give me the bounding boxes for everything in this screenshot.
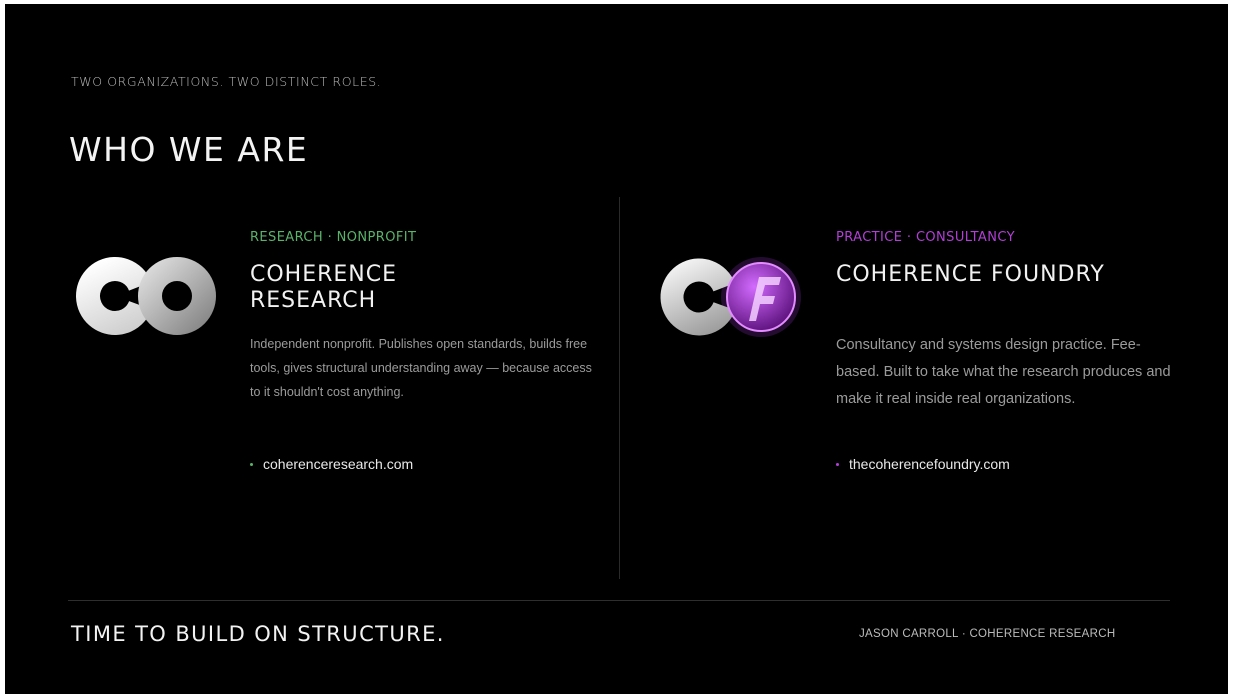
vertical-divider bbox=[619, 197, 620, 579]
bullet-icon bbox=[250, 462, 253, 466]
research-link-item[interactable]: coherenceresearch.com bbox=[250, 456, 413, 472]
research-tag: RESEARCH · NONPROFIT bbox=[250, 230, 417, 245]
footer-tagline: TIME TO BUILD ON STRUCTURE. bbox=[71, 622, 445, 646]
foundry-link-item[interactable]: thecoherencefoundry.com bbox=[836, 456, 1010, 472]
horizontal-divider bbox=[68, 600, 1170, 601]
coherence-research-logo-icon bbox=[75, 252, 219, 340]
coherence-foundry-logo-icon bbox=[657, 249, 812, 345]
foundry-description: Consultancy and systems design practice.… bbox=[836, 337, 1171, 407]
foundry-tag: PRACTICE · CONSULTANCY bbox=[836, 230, 1015, 245]
foundry-org-name: COHERENCE FOUNDRY bbox=[836, 262, 1105, 287]
research-link[interactable]: coherenceresearch.com bbox=[263, 456, 413, 472]
research-org-name: COHERENCE RESEARCH bbox=[250, 262, 398, 313]
research-description: Independent nonprofit. Publishes open st… bbox=[250, 337, 592, 399]
bullet-icon bbox=[836, 462, 839, 466]
slide: TWO ORGANIZATIONS. TWO DISTINCT ROLES. W… bbox=[5, 4, 1228, 694]
foundry-link[interactable]: thecoherencefoundry.com bbox=[849, 456, 1010, 472]
footer-credit: JASON CARROLL · COHERENCE RESEARCH bbox=[859, 628, 1116, 640]
eyebrow-text: TWO ORGANIZATIONS. TWO DISTINCT ROLES. bbox=[71, 74, 382, 89]
slide-title: WHO WE ARE bbox=[69, 130, 309, 169]
